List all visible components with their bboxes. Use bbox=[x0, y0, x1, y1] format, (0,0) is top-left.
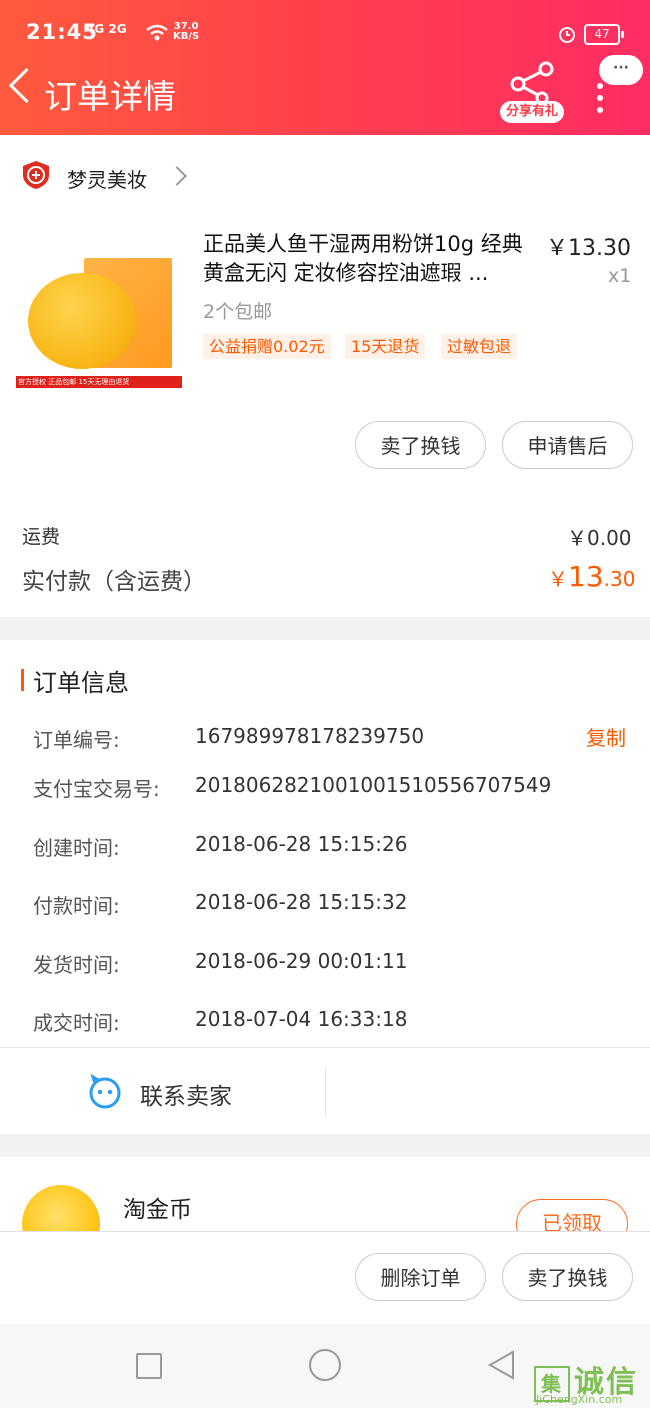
tag-allergy: 过敏包退 bbox=[441, 334, 518, 359]
shop-badge-icon bbox=[23, 161, 49, 189]
product-compact-image bbox=[28, 273, 136, 369]
sell-exchange-bottom-button[interactable]: 卖了换钱 bbox=[502, 1253, 633, 1301]
paid-currency: ￥ bbox=[548, 567, 568, 591]
freight-label: 运费 bbox=[22, 526, 61, 548]
back-nav-icon[interactable] bbox=[486, 1349, 516, 1381]
created-time-label: 创建时间: bbox=[33, 836, 120, 860]
paid-integer: 13 bbox=[568, 560, 604, 593]
after-sale-button[interactable]: 申请售后 bbox=[502, 421, 633, 469]
shipping-tag: 2个包邮 bbox=[203, 301, 273, 323]
header-bar: 21:45 4G 2G 37.0 KB/S 47 订单详情 分享有礼 ··· bbox=[0, 0, 650, 135]
sell-exchange-button[interactable]: 卖了换钱 bbox=[355, 421, 486, 469]
wifi-icon bbox=[146, 24, 168, 41]
copy-button[interactable]: 复制 bbox=[586, 722, 626, 751]
completed-time-label: 成交时间: bbox=[33, 1011, 120, 1035]
shipped-time-value: 2018-06-29 00:01:11 bbox=[195, 949, 408, 973]
order-number-label: 订单编号: bbox=[33, 728, 120, 752]
battery-indicator: 47 bbox=[584, 24, 624, 45]
home-icon[interactable] bbox=[309, 1349, 341, 1381]
product-thumbnail[interactable]: 官方授权 正品包邮 15天无理由退货 bbox=[16, 248, 182, 390]
shop-name[interactable]: 梦灵美妆 bbox=[67, 164, 147, 193]
paid-decimal: .30 bbox=[603, 567, 636, 591]
recent-apps-icon[interactable] bbox=[136, 1353, 162, 1379]
message-bubble[interactable]: ··· bbox=[599, 55, 643, 85]
delete-order-button[interactable]: 删除订单 bbox=[355, 1253, 486, 1301]
divider bbox=[0, 1047, 650, 1048]
paid-label: 实付款（含运费） bbox=[22, 569, 206, 595]
alarm-icon bbox=[559, 27, 575, 43]
alipay-trade-value: 2018062821001001510556707549 bbox=[195, 773, 552, 797]
alipay-trade-label: 支付宝交易号: bbox=[33, 777, 160, 801]
section-accent-bar bbox=[21, 669, 24, 691]
paid-time-label: 付款时间: bbox=[33, 894, 120, 918]
signal-icon: 4G 2G bbox=[86, 22, 127, 36]
shipped-time-label: 发货时间: bbox=[33, 953, 120, 977]
share-reward-label[interactable]: 分享有礼 bbox=[500, 101, 564, 123]
page-title: 订单详情 bbox=[44, 77, 176, 116]
back-icon[interactable] bbox=[8, 67, 45, 104]
created-time-value: 2018-06-28 15:15:26 bbox=[195, 832, 408, 856]
paid-amount: ￥13.30 bbox=[548, 560, 635, 593]
divider-vertical bbox=[325, 1067, 326, 1117]
tag-return: 15天退货 bbox=[345, 334, 426, 359]
coins-title: 淘金币 bbox=[123, 1197, 192, 1223]
contact-seller-button[interactable]: 联系卖家 bbox=[140, 1077, 232, 1111]
chat-icon[interactable] bbox=[87, 1074, 123, 1110]
product-quantity: x1 bbox=[608, 265, 632, 287]
completed-time-value: 2018-07-04 16:33:18 bbox=[195, 1007, 408, 1031]
tag-charity: 公益捐赠0.02元 bbox=[203, 334, 331, 359]
paid-time-value: 2018-06-28 15:15:32 bbox=[195, 890, 408, 914]
freight-value: ￥0.00 bbox=[567, 526, 632, 550]
product-price: ￥13.30 bbox=[546, 236, 631, 261]
thumbnail-strip: 官方授权 正品包邮 15天无理由退货 bbox=[16, 376, 182, 388]
network-speed: 37.0 KB/S bbox=[173, 22, 199, 42]
speed-unit: KB/S bbox=[173, 31, 200, 42]
order-number-value: 167989978178239750 bbox=[195, 724, 425, 748]
more-icon[interactable] bbox=[597, 83, 603, 119]
order-info-card bbox=[0, 640, 650, 1134]
order-info-title: 订单信息 bbox=[33, 669, 129, 697]
product-title[interactable]: 正品美人鱼干湿两用粉饼10g 经典黄盒无闪 定妆修容控油遮瑕 ... bbox=[203, 230, 533, 288]
watermark-subtext: JiChengXin.com bbox=[536, 1393, 623, 1406]
share-icon[interactable] bbox=[508, 60, 558, 104]
